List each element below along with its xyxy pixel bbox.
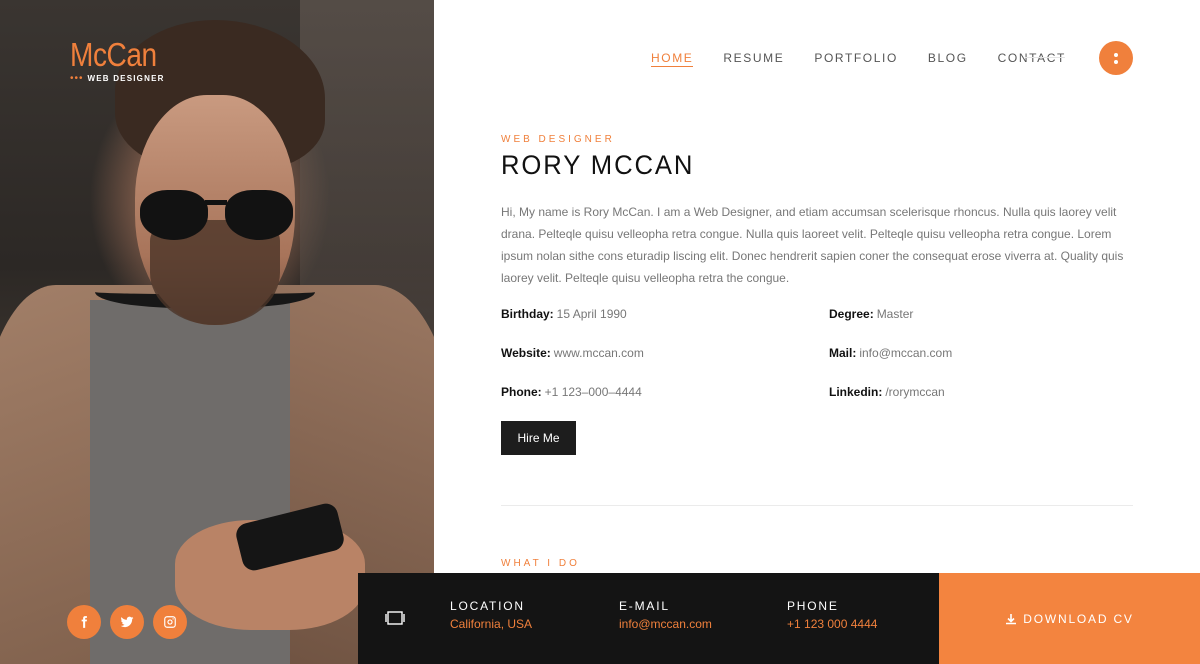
info-birthday: Birthday: 15 April 1990 [501,307,627,321]
contact-value[interactable]: +1 123 000 4444 [787,617,877,631]
instagram-icon [164,616,176,628]
info-label: Phone: [501,385,542,399]
info-value: +1 123–000–4444 [544,385,642,399]
info-value[interactable]: /rorymccan [885,385,944,399]
info-row: Birthday: 15 April 1990 Degree: Master [501,307,1133,346]
nav-item-blog[interactable]: BLOG [928,51,968,67]
profile-bio: Hi, My name is Rory McCan. I am a Web De… [501,205,1124,285]
info-degree: Degree: Master [829,307,913,321]
photo-sunglasses-bridge [205,200,227,205]
profile-name: RORY MCCAN [501,150,695,180]
nav-item-contact[interactable]: CONTACT [998,51,1066,67]
id-card-icon [385,611,405,625]
info-value[interactable]: www.mccan.com [554,346,644,360]
nav-item-home[interactable]: HOME [651,51,694,67]
logo-dots-decoration: ••• [70,73,84,84]
nav-divider-line [1025,57,1065,58]
twitter-icon [120,616,134,628]
social-links [67,605,187,639]
logo-text: McCan [70,36,157,73]
photo-sunglasses-right [225,190,293,240]
contact-label: LOCATION [450,599,525,613]
facebook-button[interactable] [67,605,101,639]
contact-location: LOCATION California, USA [450,599,532,631]
menu-dot-icon [1114,59,1118,64]
contact-value[interactable]: info@mccan.com [619,617,712,631]
info-website: Website: www.mccan.com [501,346,644,360]
contact-email: E-MAIL info@mccan.com [619,599,712,631]
twitter-button[interactable] [110,605,144,639]
facebook-icon [81,616,87,628]
hire-me-button[interactable]: Hire Me [501,421,576,455]
photo-sunglasses-left [140,190,208,240]
contact-value: California, USA [450,617,533,631]
download-icon [1006,613,1017,624]
section-divider [501,505,1133,506]
info-value[interactable]: info@mccan.com [859,346,952,360]
info-label: Degree: [829,307,874,321]
contact-bar: LOCATION California, USA E-MAIL info@mcc… [358,573,939,664]
contact-phone: PHONE +1 123 000 4444 [787,599,877,631]
site-logo[interactable]: McCan ••• WEB DESIGNER [70,38,172,84]
nav-item-portfolio[interactable]: PORTFOLIO [814,51,898,67]
personal-info: Birthday: 15 April 1990 Degree: Master Web… [501,307,1133,424]
logo-tagline: WEB DESIGNER [87,74,165,83]
contact-label: E-MAIL [619,599,670,613]
info-label: Website: [501,346,551,360]
logo-subtitle: ••• WEB DESIGNER [70,73,172,84]
info-value: 15 April 1990 [556,307,627,321]
info-label: Birthday: [501,307,554,321]
info-label: Linkedin: [829,385,883,399]
info-row: Phone: +1 123–000–4444 Linkedin:/rorymcca… [501,385,1133,424]
info-label: Mail: [829,346,857,360]
what-i-do-heading: WHAT I DO [501,558,580,569]
instagram-button[interactable] [153,605,187,639]
menu-dot-icon [1114,52,1118,57]
role-eyebrow: WEB DESIGNER [501,134,615,145]
download-cv-button[interactable]: DOWNLOAD CV [939,573,1200,664]
info-mail: Mail: info@mccan.com [829,346,952,360]
info-row: Website: www.mccan.com Mail: info@mccan.co… [501,346,1133,385]
main-nav: HOME RESUME PORTFOLIO BLOG CONTACT [651,51,1066,67]
profile-photo: McCan ••• WEB DESIGNER [0,0,434,664]
info-linkedin: Linkedin:/rorymccan [829,385,945,399]
download-cv-label: DOWNLOAD CV [1023,611,1134,626]
contact-label: PHONE [787,599,839,613]
menu-button[interactable] [1099,41,1133,75]
info-phone: Phone: +1 123–000–4444 [501,385,642,399]
info-value: Master [876,307,914,321]
nav-item-resume[interactable]: RESUME [723,51,784,67]
